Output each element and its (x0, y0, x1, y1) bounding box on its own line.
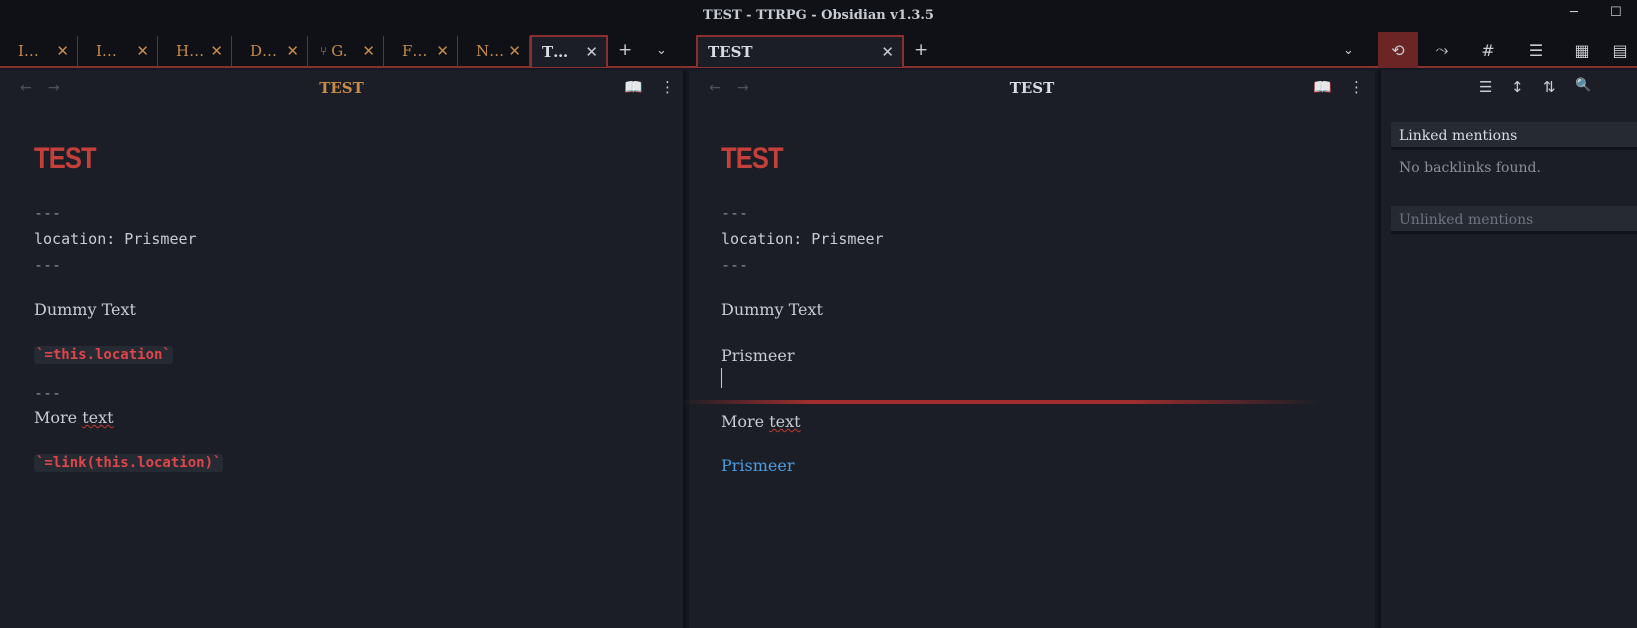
tab-7[interactable]: N… ✕ (458, 36, 530, 66)
close-icon[interactable]: ✕ (56, 42, 69, 60)
view-title: TEST (319, 79, 364, 97)
table-icon[interactable]: ▤ (1600, 32, 1637, 68)
expand-context-icon[interactable]: ↕ (1511, 78, 1524, 96)
view-header: ← → TEST 📖 ⋮ (689, 70, 1375, 106)
close-icon[interactable]: ✕ (881, 43, 894, 61)
frontmatter-close: --- (721, 256, 749, 274)
more-text: More text (34, 408, 114, 427)
tab-list-button-right[interactable]: ⌄ (1343, 43, 1354, 58)
note-heading: TEST (34, 142, 97, 175)
linked-mentions-header[interactable]: Linked mentions (1391, 122, 1637, 150)
collapse-results-icon[interactable]: ☰ (1479, 78, 1492, 96)
tab-6[interactable]: F… ✕ (384, 36, 458, 66)
tab-label: I… (96, 42, 117, 60)
editor-pane-left: ← → TEST 📖 ⋮ TEST --- location: Prismeer… (0, 70, 686, 628)
close-icon[interactable]: ✕ (362, 42, 375, 60)
tab-label: T… (542, 43, 569, 61)
close-icon[interactable]: ✕ (585, 43, 598, 61)
tab-4[interactable]: D… ✕ (232, 36, 308, 66)
new-tab-button-left[interactable]: + (618, 40, 632, 60)
inline-link-query: `=link(this.location)` (34, 454, 224, 472)
note-content[interactable]: TEST --- location: Prismeer --- Dummy Te… (681, 142, 1321, 475)
close-icon[interactable]: ✕ (136, 42, 149, 60)
close-icon[interactable]: ✕ (286, 42, 299, 60)
view-header: ← → TEST 📖 ⋮ (0, 70, 683, 106)
horizontal-rule-source: --- (34, 384, 62, 402)
title-bar: TEST - TTRPG - Obsidian v1.3.5 ─ ☐ (0, 0, 1637, 30)
view-title: TEST (1009, 79, 1055, 97)
inline-query: `=this.location` (34, 346, 173, 364)
tab-test-active-left[interactable]: T… ✕ (530, 35, 608, 67)
window-title: TEST - TTRPG - Obsidian v1.3.5 (703, 7, 934, 23)
query-result: Prismeer (721, 346, 795, 365)
tab-test-active-right[interactable]: TEST ✕ (696, 35, 904, 67)
internal-link[interactable]: Prismeer (721, 456, 1321, 475)
calendar-icon[interactable]: ▦ (1562, 32, 1602, 68)
tab-label: TEST (708, 43, 753, 61)
frontmatter-open: --- (721, 204, 749, 222)
note-content[interactable]: TEST --- location: Prismeer --- Dummy Te… (34, 142, 634, 472)
maximize-button[interactable]: ☐ (1610, 5, 1622, 20)
text-cursor (721, 368, 722, 388)
more-options-icon[interactable]: ⋮ (1349, 78, 1364, 96)
note-heading: TEST (721, 142, 784, 175)
tab-3[interactable]: H… ✕ (158, 36, 232, 66)
graph-icon: ⑂ (320, 44, 328, 58)
tab-list-button-left[interactable]: ⌄ (656, 43, 667, 58)
frontmatter-line: location: Prismeer (34, 230, 197, 248)
tab-label: I… (18, 42, 39, 60)
tab-label: G. (331, 42, 348, 60)
backlinks-icon[interactable]: ⟲ (1378, 32, 1418, 68)
new-tab-button-right[interactable]: + (914, 40, 928, 60)
sort-icon[interactable]: ⇅ (1543, 78, 1556, 96)
more-text: More text (721, 412, 801, 431)
tab-bar: I… ✕ I… ✕ H… ✕ D… ✕ ⑂ G. ✕ F… ✕ N… ✕ T… … (0, 30, 1637, 68)
frontmatter-open: --- (34, 204, 62, 222)
reading-view-icon[interactable]: 📖 (624, 78, 643, 96)
tags-icon[interactable]: # (1468, 32, 1508, 68)
tab-label: F… (402, 42, 428, 60)
close-icon[interactable]: ✕ (436, 42, 449, 60)
tab-label: N… (476, 42, 505, 60)
tab-1[interactable]: I… ✕ (0, 36, 78, 66)
reading-view-icon[interactable]: 📖 (1313, 78, 1332, 96)
tab-label: D… (250, 42, 278, 60)
dummy-text: Dummy Text (34, 300, 136, 319)
close-icon[interactable]: ✕ (508, 42, 521, 60)
dummy-text: Dummy Text (721, 300, 823, 319)
frontmatter-line: location: Prismeer (721, 230, 884, 248)
minimize-button[interactable]: ─ (1570, 5, 1578, 20)
unlinked-mentions-header[interactable]: Unlinked mentions (1391, 206, 1637, 234)
tab-graph[interactable]: ⑂ G. ✕ (308, 36, 384, 66)
search-icon[interactable]: 🔍 (1575, 78, 1591, 93)
tab-2[interactable]: I… ✕ (78, 36, 158, 66)
tab-label: H… (176, 42, 205, 60)
right-sidebar: ☰ ↕ ⇅ 🔍 Linked mentions No backlinks fou… (1378, 70, 1637, 628)
outgoing-links-icon[interactable]: ⤳ (1422, 32, 1462, 68)
close-icon[interactable]: ✕ (210, 42, 223, 60)
no-backlinks-message: No backlinks found. (1399, 160, 1541, 176)
more-options-icon[interactable]: ⋮ (660, 78, 675, 96)
outline-icon[interactable]: ☰ (1516, 32, 1556, 68)
editor-pane-right: ← → TEST 📖 ⋮ TEST --- location: Prismeer… (681, 70, 1375, 628)
frontmatter-close: --- (34, 256, 62, 274)
